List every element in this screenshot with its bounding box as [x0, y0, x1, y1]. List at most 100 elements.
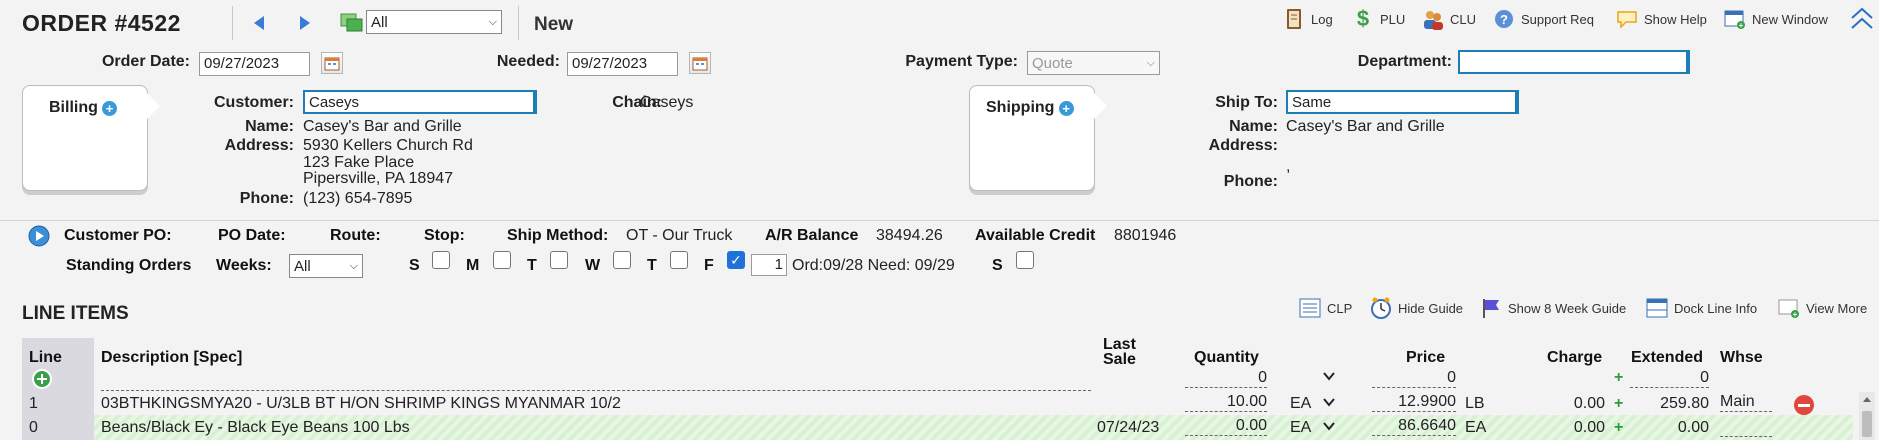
- order-date-input[interactable]: 09/27/2023: [199, 52, 310, 76]
- row2-warehouse[interactable]: [1720, 417, 1772, 437]
- ship-to-label: Ship To:: [1215, 94, 1278, 111]
- help-circle-icon: ?: [1493, 8, 1515, 30]
- clp-label: CLP: [1327, 300, 1353, 316]
- wednesday-checkbox[interactable]: [613, 251, 631, 269]
- sunday-checkbox[interactable]: [432, 251, 450, 269]
- row1-price-unit: LB: [1465, 395, 1485, 412]
- name-label: Name:: [245, 118, 294, 135]
- available-credit-value: 8801946: [1114, 227, 1177, 244]
- view-more-button[interactable]: + View More: [1778, 297, 1867, 319]
- new-window-button[interactable]: + New Window: [1724, 8, 1828, 30]
- monday-checkbox[interactable]: [493, 251, 511, 269]
- clp-button[interactable]: CLP: [1299, 297, 1352, 319]
- quantity-total: 0: [1185, 369, 1267, 388]
- billing-address-line3: Pipersville, PA 18947: [303, 170, 454, 187]
- chevron-down-icon: ⌵: [1146, 56, 1155, 69]
- needed-label: Needed:: [496, 53, 560, 70]
- customer-input[interactable]: Caseys: [303, 90, 537, 114]
- divider: [518, 6, 519, 40]
- scroll-up-arrow-icon[interactable]: [1859, 393, 1875, 405]
- description-filter-field[interactable]: [101, 371, 1091, 391]
- standing-orders-label: Standing Orders: [66, 257, 192, 274]
- chain-value: Caseys: [640, 94, 694, 111]
- saturday-checkbox[interactable]: [1016, 251, 1034, 269]
- friday-qty-input[interactable]: 1: [751, 254, 787, 276]
- payment-type-label: Payment Type:: [905, 53, 1018, 70]
- shipping-tab-title: Shipping +: [986, 99, 1074, 117]
- show-help-button[interactable]: Show Help: [1616, 8, 1707, 30]
- row2-price[interactable]: 86.6640: [1372, 417, 1456, 436]
- scrollbar-track[interactable]: [1859, 392, 1875, 440]
- extended-total: 0: [1630, 369, 1709, 388]
- previous-arrow-icon[interactable]: [250, 12, 268, 34]
- department-label: Department:: [1357, 53, 1452, 70]
- calendar-icon[interactable]: [321, 52, 343, 74]
- plu-button[interactable]: $ PLU: [1352, 6, 1405, 31]
- dock-line-info-button[interactable]: Dock Line Info: [1646, 297, 1757, 319]
- dock-line-info-label: Dock Line Info: [1674, 300, 1758, 316]
- scrollbar-thumb[interactable]: [1862, 411, 1872, 437]
- mode-label: New: [534, 14, 574, 35]
- row2-description[interactable]: Beans/Black Ey - Black Eye Beans 100 Lbs: [101, 419, 410, 437]
- add-charge-icon[interactable]: +: [1614, 419, 1623, 437]
- day-label-sunday: S: [409, 257, 420, 274]
- speech-bubble-icon: [1616, 8, 1638, 30]
- clu-button[interactable]: CLU: [1422, 8, 1476, 30]
- chevron-down-icon[interactable]: [1322, 419, 1336, 437]
- day-label-saturday: S: [992, 257, 1003, 274]
- filter-select-value: All: [371, 13, 388, 31]
- filter-select[interactable]: All ⌵: [366, 10, 502, 34]
- phone-label: Phone:: [239, 190, 294, 207]
- add-circle-icon[interactable]: +: [102, 100, 118, 116]
- show-8-week-label: Show 8 Week Guide: [1508, 300, 1627, 316]
- row1-warehouse[interactable]: Main: [1720, 393, 1772, 412]
- hide-guide-button[interactable]: Hide Guide: [1370, 297, 1463, 319]
- row2-extended: 0.00: [1677, 419, 1709, 436]
- chevron-down-icon[interactable]: [1322, 369, 1336, 387]
- payment-type-select[interactable]: Quote ⌵: [1027, 51, 1160, 75]
- order-title: ORDER #4522: [22, 10, 181, 36]
- svg-text:?: ?: [1500, 12, 1508, 27]
- ship-name-label: Name:: [1229, 118, 1278, 135]
- windows-icon[interactable]: [340, 13, 364, 33]
- log-button[interactable]: Log: [1283, 8, 1333, 30]
- po-date-label: PO Date:: [218, 227, 286, 244]
- show-8-week-guide-button[interactable]: Show 8 Week Guide: [1480, 297, 1626, 319]
- shipping-name: Casey's Bar and Grille: [1286, 118, 1445, 135]
- add-circle-icon[interactable]: +: [1058, 100, 1074, 116]
- new-window-icon: +: [1724, 8, 1746, 30]
- friday-checkbox[interactable]: ✓: [727, 251, 745, 269]
- add-charge-icon[interactable]: +: [1614, 369, 1623, 387]
- row1-price[interactable]: 12.9900: [1372, 393, 1456, 412]
- add-charge-icon[interactable]: +: [1614, 395, 1623, 413]
- column-header-whse: Whse: [1720, 349, 1763, 366]
- available-credit-label: Available Credit: [975, 227, 1096, 244]
- calendar-icon[interactable]: [689, 52, 711, 74]
- section-divider: [0, 220, 1879, 221]
- weeks-select[interactable]: All ⌵: [289, 254, 363, 278]
- row1-description[interactable]: 03BTHKINGSMYA20 - U/3LB BT H/ON SHRIMP K…: [101, 395, 621, 413]
- row1-extended: 259.80: [1660, 395, 1709, 412]
- row1-quantity[interactable]: 10.00: [1185, 393, 1267, 412]
- expand-play-icon[interactable]: [28, 225, 50, 251]
- shipping-tab-label: Shipping: [986, 99, 1055, 116]
- department-input[interactable]: [1458, 50, 1690, 74]
- route-label: Route:: [330, 227, 381, 244]
- collapse-chevron-icon[interactable]: [1849, 4, 1875, 38]
- support-request-button[interactable]: ? Support Req: [1493, 8, 1594, 30]
- dock-window-icon: [1646, 297, 1668, 319]
- thursday-checkbox[interactable]: [670, 251, 688, 269]
- day-label-tuesday: T: [527, 257, 537, 274]
- needed-date-input[interactable]: 09/27/2023: [567, 52, 678, 76]
- add-line-icon[interactable]: [32, 369, 52, 393]
- row2-unit: EA: [1290, 419, 1312, 436]
- shipping-tab-pointer: [1093, 92, 1107, 120]
- tuesday-checkbox[interactable]: [550, 251, 568, 269]
- next-arrow-icon[interactable]: [296, 12, 314, 34]
- day-label-friday: F: [704, 257, 714, 274]
- column-header-quantity: Quantity: [1194, 349, 1259, 366]
- ship-to-input[interactable]: Same: [1286, 90, 1519, 114]
- billing-tab-label: Billing: [49, 99, 98, 116]
- chevron-down-icon[interactable]: [1322, 395, 1336, 413]
- row2-quantity[interactable]: 0.00: [1185, 417, 1267, 436]
